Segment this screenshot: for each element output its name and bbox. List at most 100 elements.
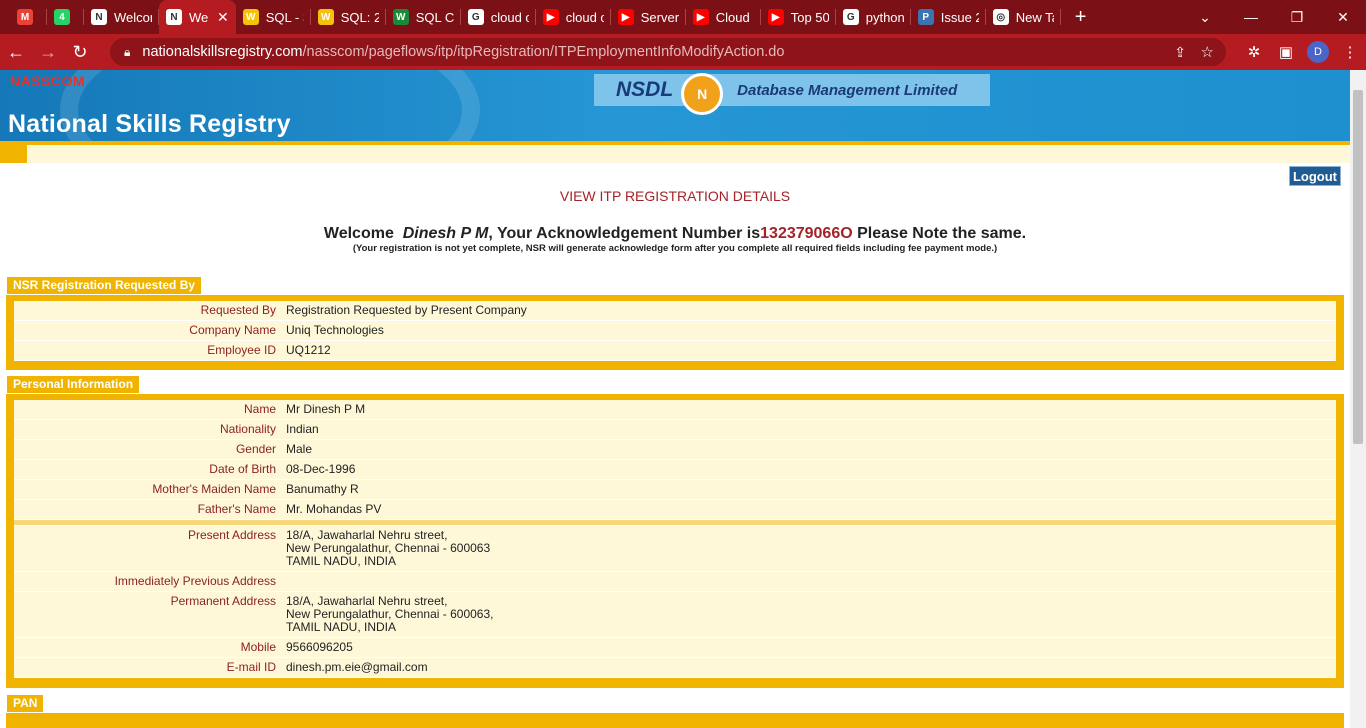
section-title-pan: PAN xyxy=(7,695,44,712)
minimize-icon[interactable]: — xyxy=(1228,9,1274,25)
browser-tab[interactable]: ▶ Serverle xyxy=(611,0,686,34)
section-title-personal: Personal Information xyxy=(7,376,140,393)
browser-tab[interactable]: W SQL - S xyxy=(236,0,311,34)
browser-tab[interactable]: Gcloud c xyxy=(461,0,536,34)
url-field[interactable]: 🔒︎ nationalskillsregistry.com/nasscom/pa… xyxy=(110,38,1226,66)
field-label: Mother's Maiden Name xyxy=(152,482,276,496)
field-value: Indian xyxy=(282,420,1336,439)
browser-tab[interactable]: N Welcom xyxy=(84,0,159,34)
field-label: Name xyxy=(243,402,276,416)
reload-icon[interactable]: ↻ xyxy=(64,42,96,63)
detail-row: Mobile 9566096205 xyxy=(14,638,1336,658)
back-icon[interactable]: ← xyxy=(0,42,32,63)
value-line: New Perungalathur, Chennai - 600063 xyxy=(286,541,491,555)
google-icon: G xyxy=(842,9,859,25)
forward-icon[interactable]: → xyxy=(32,42,64,63)
side-panel-icon[interactable]: ▣ xyxy=(1270,43,1302,61)
browser-tab[interactable]: N We ✕ xyxy=(159,0,236,34)
detail-row: Immediately Previous Address xyxy=(14,572,1336,592)
youtube-icon: ▶ xyxy=(617,9,634,25)
value-line: Registration Requested by Present Compan… xyxy=(286,303,527,317)
detail-row: Date of Birth 08-Dec-1996 xyxy=(14,460,1336,480)
field-label: Mobile xyxy=(240,640,276,654)
tab-title: cloud c xyxy=(565,9,604,25)
field-value: 18/A, Jawaharlal Nehru street, New Perung… xyxy=(282,592,1336,637)
browser-tab-strip: M 4 N Welcom N We ✕ W SQL - S W SQL: 2 W SQL CA Gclou… xyxy=(0,0,1366,34)
profile-avatar[interactable]: D xyxy=(1307,41,1329,63)
browser-tab[interactable]: W SQL CA xyxy=(386,0,461,34)
lock-icon[interactable]: 🔒︎ xyxy=(124,45,130,60)
browser-tab[interactable]: ▶ Top 50 xyxy=(761,0,836,34)
menu-kebab-icon[interactable]: ⋮ xyxy=(1334,43,1366,61)
detail-row: Employee ID UQ1212 xyxy=(14,341,1336,361)
page-scrollbar[interactable] xyxy=(1350,70,1366,728)
field-value: 18/A, Jawaharlal Nehru street, New Perung… xyxy=(282,526,1336,571)
value-line: dinesh.pm.eie@gmail.com xyxy=(286,660,428,674)
field-value: Mr Dinesh P M xyxy=(282,400,1336,419)
tab-search-icon[interactable]: ⌄ xyxy=(1182,9,1228,26)
close-window-icon[interactable]: ✕ xyxy=(1320,9,1366,26)
welcome-mid: , Your Acknowledgement Number is xyxy=(488,225,761,242)
section-personal: Name Mr Dinesh P M Nationality Indian Gender… xyxy=(6,394,1344,688)
detail-row: E-mail ID dinesh.pm.eie@gmail.com xyxy=(14,658,1336,678)
nsdl-emblem-icon: N xyxy=(681,73,724,115)
tab-title: Issue 2 xyxy=(940,9,979,25)
field-value: Uniq Technologies xyxy=(282,321,1336,340)
youtube-icon: ▶ xyxy=(692,9,709,25)
browser-tab[interactable]: Gpython xyxy=(836,0,911,34)
value-line: Male xyxy=(286,442,313,456)
google-icon: G xyxy=(467,9,484,25)
bookmark-star-icon[interactable]: ☆ xyxy=(1201,43,1214,61)
value-line: UQ1212 xyxy=(286,343,331,357)
field-label: Father's Name xyxy=(197,502,276,516)
detail-row: Permanent Address 18/A, Jawaharlal Nehru … xyxy=(14,592,1336,638)
welcome-prefix: Welcome xyxy=(323,225,394,242)
new-tab-icon[interactable]: + xyxy=(1075,6,1087,29)
field-value: UQ1212 xyxy=(282,341,1336,360)
field-value: Registration Requested by Present Compan… xyxy=(282,301,1336,320)
field-value: Male xyxy=(282,440,1336,459)
browser-tab[interactable]: M xyxy=(10,0,47,34)
tab-title: Cloud C xyxy=(715,9,754,25)
extensions-icon[interactable]: ✲ xyxy=(1238,43,1270,61)
value-line: Mr. Mohandas PV xyxy=(286,502,382,516)
site-header-banner: NASSCOM National Skills Registry NSDL N … xyxy=(0,70,1350,210)
field-label: Nationality xyxy=(219,422,276,436)
browser-tab[interactable]: 4 xyxy=(47,0,84,34)
browser-tab[interactable]: ◎ New Ta xyxy=(986,0,1061,34)
logout-button[interactable]: Logout xyxy=(1289,166,1341,186)
url-host: nationalskillsregistry.com xyxy=(142,44,303,60)
tab-title: python xyxy=(865,9,904,25)
nsdl-brand: NSDL xyxy=(616,78,674,101)
address-bar-row: ← → ↻ 🔒︎ nationalskillsregistry.com/nass… xyxy=(0,34,1366,70)
registration-note: (Your registration is not yet complete, … xyxy=(352,243,998,254)
close-tab-icon[interactable]: ✕ xyxy=(217,9,229,26)
field-value: Banumathy R xyxy=(282,480,1336,499)
welcome-suffix: Please Note the same. xyxy=(857,225,1027,242)
browser-tab[interactable]: ▶ cloud c xyxy=(536,0,611,34)
url-path: /nasscom/pageflows/itp/itpRegistration/I… xyxy=(302,44,785,60)
site-title: National Skills Registry xyxy=(8,110,291,138)
ack-number: 132379066O xyxy=(760,225,853,242)
youtube-icon: ▶ xyxy=(542,9,559,25)
w-green-icon: W xyxy=(392,9,409,25)
scrollbar-thumb[interactable] xyxy=(1353,90,1363,444)
field-value: Mr. Mohandas PV xyxy=(282,500,1336,519)
detail-row: Nationality Indian xyxy=(14,420,1336,440)
tab-title: Top 50 xyxy=(790,9,829,25)
share-icon[interactable]: ⇪ xyxy=(1174,44,1186,61)
restore-icon[interactable]: ❐ xyxy=(1274,9,1320,26)
section-requested: Requested By Registration Requested by Pr… xyxy=(6,295,1344,370)
browser-tab[interactable]: P Issue 2 xyxy=(911,0,986,34)
browser-tab[interactable]: W SQL: 2 xyxy=(311,0,386,34)
detail-row: Father's Name Mr. Mohandas PV xyxy=(14,500,1336,520)
nsdl-description: Database Management Limited xyxy=(737,81,958,99)
sub-header-bar xyxy=(0,145,1350,163)
detail-row: Present Address 18/A, Jawaharlal Nehru st… xyxy=(14,526,1336,572)
field-value xyxy=(282,572,1336,591)
section-pan xyxy=(6,713,1344,728)
field-label: Immediately Previous Address xyxy=(114,574,276,588)
field-value: 08-Dec-1996 xyxy=(282,460,1336,479)
browser-tab[interactable]: ▶ Cloud C xyxy=(686,0,761,34)
field-label: Employee ID xyxy=(207,343,276,357)
